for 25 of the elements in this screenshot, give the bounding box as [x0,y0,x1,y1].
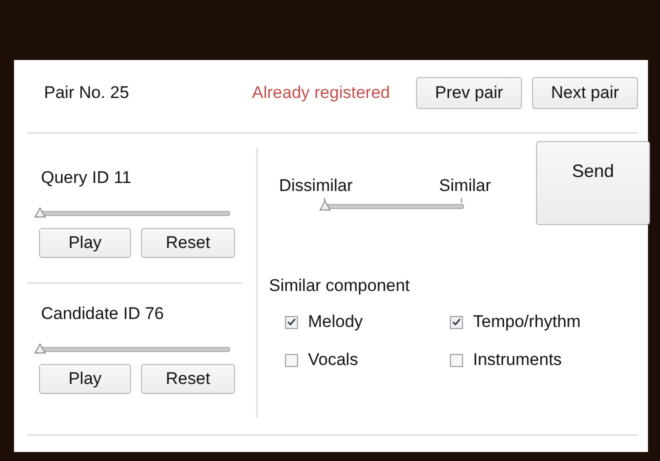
slider-thumb[interactable] [319,198,331,209]
checkbox[interactable] [285,354,298,366]
play-button[interactable]: Play [39,228,131,258]
option-label: Vocals [308,350,358,370]
pair-number: Pair No. 25 [44,83,130,103]
min-label: Dissimilar [279,176,353,196]
checkbox[interactable] [285,316,298,328]
slider-thumb[interactable] [34,205,46,216]
send-button[interactable]: Send [536,141,650,225]
max-label: Similar [439,176,491,196]
play-button[interactable]: Play [39,364,131,394]
status-text: Already registered [252,83,390,103]
reset-button[interactable]: Reset [141,364,235,394]
option-label: Melody [308,312,363,332]
player-title: Query ID 11 [41,168,132,189]
reset-button[interactable]: Reset [141,228,235,258]
prev-pair-button[interactable]: Prev pair [416,77,522,109]
checkbox[interactable] [450,316,463,328]
option-label: Tempo/rhythm [473,312,581,332]
section-title: Similar component [269,276,410,295]
slider-thumb[interactable] [34,340,46,352]
option-label: Instruments [473,350,562,370]
player-title: Candidate ID 76 [41,304,165,325]
next-pair-button[interactable]: Next pair [532,77,638,109]
checkbox[interactable] [450,354,463,366]
